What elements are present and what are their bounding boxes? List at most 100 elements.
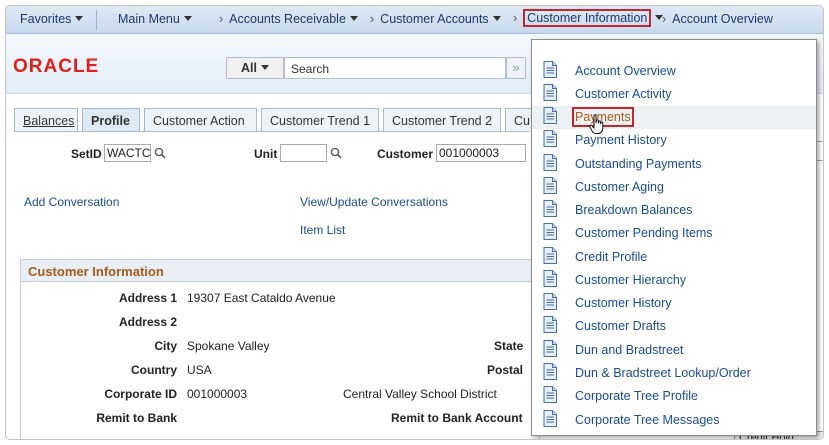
- menu-item-customer-history[interactable]: Customer History: [532, 292, 816, 315]
- view-update-conversations-link[interactable]: View/Update Conversations: [300, 195, 448, 209]
- breadcrumb-customer-information[interactable]: › Customer Information: [513, 9, 664, 27]
- breadcrumb-label: Customer Accounts: [380, 12, 489, 26]
- breadcrumb-account-overview[interactable]: › Account Overview: [662, 12, 773, 26]
- main-menu-label: Main Menu: [118, 12, 180, 26]
- remit-to-bank-account-label: Remit to Bank Account: [391, 411, 523, 425]
- chevron-right-icon: ›: [370, 12, 375, 26]
- document-icon: [543, 61, 557, 78]
- tab-label: Balances: [23, 114, 75, 128]
- state-label: State: [494, 339, 524, 353]
- tab-balances[interactable]: Balances: [14, 108, 78, 132]
- document-icon: [543, 84, 557, 101]
- chevron-right-icon: ›: [662, 12, 667, 26]
- search-scope-label: All: [241, 61, 257, 75]
- breadcrumb-label: Accounts Receivable: [229, 12, 346, 26]
- chevron-down-icon: [349, 16, 358, 21]
- country-value: USA: [187, 363, 212, 377]
- main-menu[interactable]: Main Menu: [118, 12, 192, 26]
- customer-label: Customer: [377, 147, 434, 161]
- add-conversation-link[interactable]: Add Conversation: [24, 195, 119, 209]
- city-label: City: [154, 339, 177, 353]
- menu-item-corporate-tree-profile[interactable]: Corporate Tree Profile: [532, 385, 816, 408]
- tab-customer-trend-2[interactable]: Customer Trend 2: [383, 108, 501, 132]
- search-go-button[interactable]: »: [506, 57, 526, 79]
- menu-item-breakdown-balances[interactable]: Breakdown Balances: [532, 199, 816, 222]
- tab-profile[interactable]: Profile: [82, 108, 140, 132]
- document-icon: [543, 363, 557, 380]
- corporate-id-value: 001000003: [187, 387, 248, 401]
- search-input[interactable]: Search: [284, 57, 506, 79]
- menu-item-label: Customer Hierarchy: [575, 273, 687, 287]
- menu-item-label: Corporate Tree Profile: [575, 389, 698, 403]
- search-scope-select[interactable]: All: [226, 57, 284, 79]
- app-window: Favorites Main Menu › Accounts Receivable…: [5, 5, 824, 440]
- menu-item-label: Dun and Bradstreet: [575, 343, 684, 357]
- tab-label: Customer Trend 1: [270, 114, 371, 128]
- document-icon: [543, 107, 557, 124]
- menu-item-label: Customer History: [575, 296, 672, 310]
- document-icon: [543, 293, 557, 310]
- menu-item-dun-and-bradstreet[interactable]: Dun and Bradstreet: [532, 339, 816, 362]
- chevron-down-icon: [75, 16, 84, 21]
- customer-field[interactable]: 001000003: [436, 144, 526, 162]
- breadcrumb-label-active: Customer Information: [523, 9, 652, 27]
- favorites-menu[interactable]: Favorites: [20, 12, 84, 26]
- menu-item-label: Corporate Tree Messages: [575, 413, 720, 427]
- tab-customer-trend-1[interactable]: Customer Trend 1: [261, 108, 379, 132]
- setid-label: SetID: [71, 147, 102, 161]
- menu-item-label: Dun & Bradstreet Lookup/Order: [575, 366, 751, 380]
- setid-field[interactable]: WACTC: [104, 144, 151, 162]
- document-icon: [543, 154, 557, 171]
- customer-information-dropdown: Account Overview Customer Activity Payment…: [531, 39, 817, 436]
- menu-item-label: Account Overview: [575, 64, 676, 78]
- menu-item-label: Outstanding Payments: [575, 157, 702, 171]
- menu-item-label: Customer Drafts: [575, 319, 666, 333]
- document-icon: [543, 130, 557, 147]
- oracle-logo: ORACLE: [13, 56, 100, 77]
- menu-item-customer-drafts[interactable]: Customer Drafts: [532, 315, 816, 338]
- menu-item-customer-pending-items[interactable]: Customer Pending Items: [532, 222, 816, 245]
- chevron-right-icon: ›: [219, 12, 224, 26]
- breadcrumb-customer-accounts[interactable]: › Customer Accounts: [370, 12, 501, 26]
- document-icon: [543, 270, 557, 287]
- chevron-down-icon: [492, 16, 501, 21]
- menu-item-dun-bradstreet-lookup-order[interactable]: Dun & Bradstreet Lookup/Order: [532, 362, 816, 385]
- lookup-icon[interactable]: [330, 147, 342, 159]
- menu-item-payments[interactable]: Payments: [532, 106, 816, 129]
- document-icon: [543, 316, 557, 333]
- lookup-icon[interactable]: [154, 147, 166, 159]
- unit-field[interactable]: [280, 144, 327, 162]
- tab-label: Customer Action: [153, 114, 245, 128]
- city-value: Spokane Valley: [187, 339, 270, 353]
- unit-label: Unit: [254, 147, 278, 161]
- menu-item-credit-profile[interactable]: Credit Profile: [532, 246, 816, 269]
- favorites-label: Favorites: [20, 12, 72, 26]
- tab-label: Cu: [514, 114, 530, 128]
- document-icon: [543, 386, 557, 403]
- chevron-down-icon: [260, 65, 269, 70]
- document-icon: [543, 410, 557, 427]
- top-nav-bar: Favorites Main Menu › Accounts Receivable…: [6, 6, 823, 34]
- item-list-link[interactable]: Item List: [300, 223, 345, 237]
- menu-item-account-overview[interactable]: Account Overview: [532, 60, 816, 83]
- tab-label: Profile: [91, 114, 130, 128]
- nav-divider: [96, 10, 97, 30]
- menu-item-customer-activity[interactable]: Customer Activity: [532, 83, 816, 106]
- tab-customer-action[interactable]: Customer Action: [144, 108, 257, 132]
- breadcrumb-label: Account Overview: [672, 12, 773, 26]
- menu-item-label: Customer Activity: [575, 87, 672, 101]
- tab-divider: [14, 131, 529, 132]
- menu-item-label: Breakdown Balances: [575, 203, 693, 217]
- tab-label: Customer Trend 2: [392, 114, 493, 128]
- menu-item-outstanding-payments[interactable]: Outstanding Payments: [532, 153, 816, 176]
- corporate-id-label: Corporate ID: [104, 387, 177, 401]
- menu-item-customer-hierarchy[interactable]: Customer Hierarchy: [532, 269, 816, 292]
- menu-item-customer-aging[interactable]: Customer Aging: [532, 176, 816, 199]
- document-icon: [543, 200, 557, 217]
- breadcrumb-accounts-receivable[interactable]: › Accounts Receivable: [219, 12, 358, 26]
- menu-item-corporate-tree-messages[interactable]: Corporate Tree Messages: [532, 409, 816, 432]
- menu-item-payment-history[interactable]: Payment History: [532, 129, 816, 152]
- document-icon: [543, 223, 557, 240]
- menu-item-label: Customer Aging: [575, 180, 664, 194]
- chevron-down-icon: [183, 16, 192, 21]
